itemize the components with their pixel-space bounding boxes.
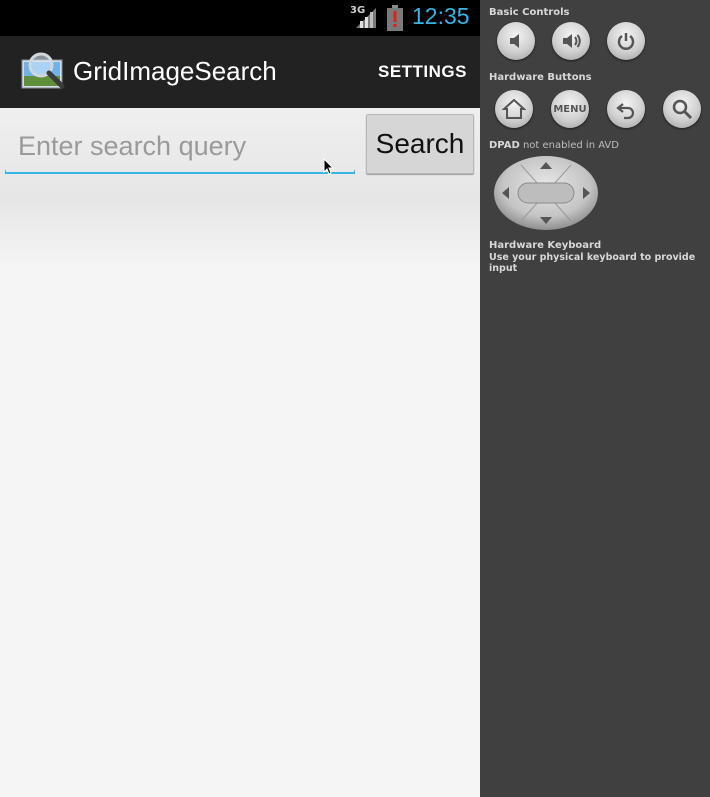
search-input-underline bbox=[5, 170, 355, 174]
dpad-label-strong: DPAD bbox=[489, 140, 520, 151]
basic-controls-label: Basic Controls bbox=[489, 7, 570, 18]
magnifier-photo-icon[interactable] bbox=[21, 52, 65, 90]
home-icon bbox=[502, 98, 526, 119]
status-bar: 3G 12:35 bbox=[0, 0, 480, 36]
emulator-control-panel: Basic Controls Hardware Buttons MENU DPA… bbox=[480, 0, 710, 797]
home-button[interactable] bbox=[495, 90, 533, 128]
battery-alert-icon bbox=[387, 5, 403, 31]
menu-button[interactable]: MENU bbox=[551, 90, 589, 128]
hardware-keyboard-title: Hardware Keyboard bbox=[489, 240, 602, 251]
mouse-cursor-icon bbox=[323, 158, 335, 175]
signal-icon bbox=[356, 8, 376, 28]
back-button[interactable] bbox=[607, 90, 645, 128]
menu-button-label: MENU bbox=[553, 103, 587, 115]
dpad-label: DPAD not enabled in AVD bbox=[489, 140, 619, 151]
app-title: GridImageSearch bbox=[73, 56, 277, 86]
search-icon bbox=[672, 99, 693, 120]
power-button[interactable] bbox=[607, 22, 645, 60]
main-content: Search bbox=[0, 108, 480, 797]
volume-up-icon bbox=[563, 34, 581, 48]
volume-down-button[interactable] bbox=[497, 22, 535, 60]
power-icon bbox=[617, 33, 635, 50]
volume-up-button[interactable] bbox=[552, 22, 590, 60]
status-clock: 12:35 bbox=[412, 3, 470, 29]
hardware-buttons-label: Hardware Buttons bbox=[489, 72, 592, 83]
search-button[interactable]: Search bbox=[366, 114, 474, 174]
settings-button[interactable]: SETTINGS bbox=[378, 62, 467, 82]
dpad-label-rest: not enabled in AVD bbox=[519, 140, 619, 151]
hardware-keyboard-description: Use your physical keyboard to provide in… bbox=[489, 252, 696, 274]
dpad-control[interactable] bbox=[493, 155, 599, 231]
search-input[interactable] bbox=[5, 118, 355, 174]
back-icon bbox=[616, 103, 635, 120]
volume-down-icon bbox=[510, 34, 519, 48]
action-bar: GridImageSearch SETTINGS bbox=[0, 36, 480, 108]
search-hw-button[interactable] bbox=[663, 90, 701, 128]
phone-screen: 3G 12:35 GridImageSearch SETTINGS Searc bbox=[0, 0, 480, 797]
